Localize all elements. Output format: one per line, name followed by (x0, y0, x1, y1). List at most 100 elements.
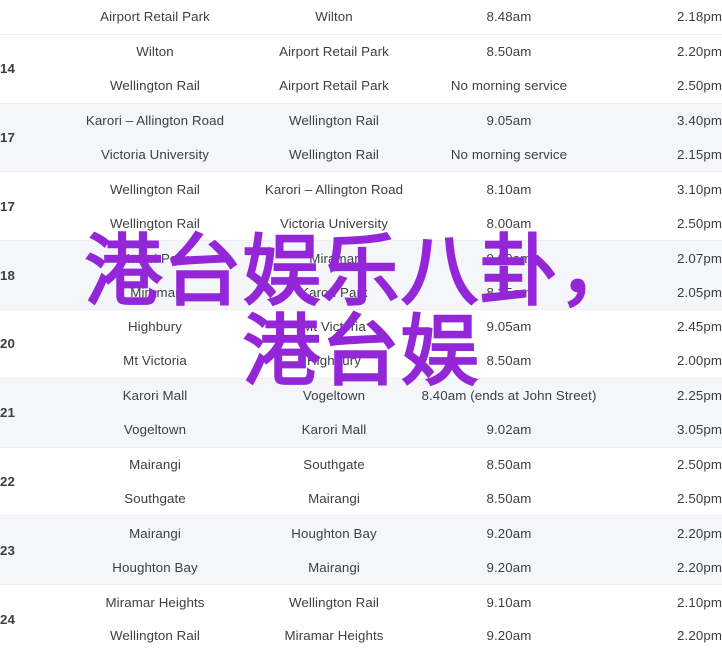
table-row[interactable]: Southgate Mairangi 8.50am 2.50pm (0, 481, 722, 516)
table-row[interactable]: Wellington Rail Victoria University 8.00am… (0, 206, 722, 241)
table-row[interactable]: 20 Highbury Mt Victoria 9.05am 2.45pm (0, 309, 722, 379)
table-row[interactable]: 14 Wilton Airport Retail Park 8.50am 2.20pm (0, 33, 722, 104)
morning-time-cell: 8.50am (414, 343, 604, 379)
afternoon-time-cell: 2.18pm (604, 0, 722, 35)
from-station-cell: Karori Mall (56, 377, 254, 413)
from-station-cell: Wellington Rail (56, 619, 254, 653)
afternoon-time-cell: 2.15pm (604, 137, 722, 172)
morning-time-cell: 8.10am (414, 171, 604, 207)
table-row[interactable]: Houghton Bay Mairangi 9.20am 2.20pm (0, 550, 722, 585)
table-row[interactable]: 21 Karori Mall Vogeltown 8.40am (ends at Jo… (0, 377, 722, 448)
afternoon-time-cell: 3.05pm (604, 412, 722, 448)
to-station-cell: Wellington Rail (254, 584, 414, 620)
afternoon-time-cell: 2.50pm (604, 481, 722, 516)
route-group: 17 Wellington Rail Karori – Allington Road… (0, 171, 722, 241)
from-station-cell: Wilton (56, 33, 254, 69)
morning-time-cell: 9.20am (414, 550, 604, 585)
from-station-cell: Victoria University (56, 137, 254, 172)
morning-time-cell: 8.35am (414, 275, 604, 310)
route-group: 20 Highbury Mt Victoria 9.05am 2.45pm Mt Vict… (0, 309, 722, 379)
from-station-cell: Karori Park (56, 240, 254, 276)
route-group: 14 Wilton Airport Retail Park 8.50am 2.20pm W… (0, 33, 722, 104)
afternoon-time-cell: 2.20pm (604, 550, 722, 585)
table-row[interactable]: Wellington Rail Miramar Heights 9.20am 2.20… (0, 619, 722, 653)
to-station-cell: Houghton Bay (254, 515, 414, 551)
route-number-cell: 20 (0, 309, 56, 379)
route-number-cell: 17 (0, 171, 56, 241)
route-group: 21 Karori Mall Vogeltown 8.40am (ends at Jo… (0, 377, 722, 448)
to-station-cell: Mt Victoria (254, 309, 414, 344)
morning-time-cell: 8.48am (414, 0, 604, 35)
table-row[interactable]: 23 Mairangi Houghton Bay 9.20am 2.20pm (0, 515, 722, 585)
route-number-cell: 17 (0, 102, 56, 172)
afternoon-time-cell: 2.05pm (604, 275, 722, 310)
route-number-cell: 23 (0, 515, 56, 585)
morning-time-cell: 9.05am (414, 309, 604, 344)
afternoon-time-cell: 2.50pm (604, 206, 722, 241)
table-row[interactable]: 17 Wellington Rail Karori – Allington Road… (0, 171, 722, 241)
morning-time-cell: 8.40am (ends at John Street) (414, 377, 604, 413)
bus-timetable: Airport Retail Park Wilton 8.48am 2.18pm 14 W… (0, 0, 722, 653)
morning-time-cell: 9.20am (414, 515, 604, 551)
afternoon-time-cell: 2.20pm (604, 515, 722, 551)
timetable-page: Airport Retail Park Wilton 8.48am 2.18pm 14 W… (0, 0, 722, 653)
to-station-cell: Karori Park (254, 275, 414, 310)
route-number-cell: 21 (0, 377, 56, 448)
from-station-cell: Southgate (56, 481, 254, 516)
afternoon-time-cell: 2.50pm (604, 68, 722, 104)
morning-time-cell: 9.05am (414, 102, 604, 138)
from-station-cell: Wellington Rail (56, 171, 254, 207)
route-number-cell: 14 (0, 33, 56, 104)
table-row[interactable]: Wellington Rail Airport Retail Park No mor… (0, 68, 722, 104)
table-row[interactable]: Victoria University Wellington Rail No mor… (0, 137, 722, 172)
table-row[interactable]: 18 Karori Park Miramar 9.09am 2.07pm (0, 240, 722, 310)
from-station-cell: Wellington Rail (56, 68, 254, 104)
afternoon-time-cell: 2.07pm (604, 240, 722, 276)
route-group: 23 Mairangi Houghton Bay 9.20am 2.20pm Hought… (0, 515, 722, 585)
afternoon-time-cell: 2.50pm (604, 446, 722, 482)
from-station-cell: Mairangi (56, 446, 254, 482)
route-group: 17 Karori – Allington Road Wellington Rail… (0, 102, 722, 172)
table-row[interactable]: Miramar Karori Park 8.35am 2.05pm (0, 275, 722, 310)
morning-time-cell: 9.10am (414, 584, 604, 620)
to-station-cell: Wellington Rail (254, 102, 414, 138)
to-station-cell: Vogeltown (254, 377, 414, 413)
from-station-cell: Highbury (56, 309, 254, 344)
to-station-cell: Southgate (254, 446, 414, 482)
morning-time-cell: 8.00am (414, 206, 604, 241)
to-station-cell: Karori Mall (254, 412, 414, 448)
route-group: 18 Karori Park Miramar 9.09am 2.07pm Miramar K… (0, 240, 722, 310)
morning-time-cell: No morning service (414, 137, 604, 172)
afternoon-time-cell: 3.40pm (604, 102, 722, 138)
morning-time-cell: 9.02am (414, 412, 604, 448)
from-station-cell: Mairangi (56, 515, 254, 551)
afternoon-time-cell: 2.20pm (604, 33, 722, 69)
table-row[interactable]: Mt Victoria Highbury 8.50am 2.00pm (0, 343, 722, 379)
to-station-cell: Victoria University (254, 206, 414, 241)
from-station-cell: Miramar Heights (56, 584, 254, 620)
morning-time-cell: 8.50am (414, 33, 604, 69)
timetable-scroll-region[interactable]: Airport Retail Park Wilton 8.48am 2.18pm 14 W… (0, 0, 722, 653)
from-station-cell: Miramar (56, 275, 254, 310)
to-station-cell: Mairangi (254, 481, 414, 516)
from-station-cell: Karori – Allington Road (56, 102, 254, 138)
route-group: 24 Miramar Heights Wellington Rail 9.10am 2.… (0, 584, 722, 653)
table-row[interactable]: 17 Karori – Allington Road Wellington Rail… (0, 102, 722, 172)
to-station-cell: Miramar (254, 240, 414, 276)
to-station-cell: Airport Retail Park (254, 68, 414, 104)
morning-time-cell: 8.50am (414, 446, 604, 482)
table-row[interactable]: 24 Miramar Heights Wellington Rail 9.10am 2.… (0, 584, 722, 653)
route-number-cell (0, 0, 56, 35)
to-station-cell: Airport Retail Park (254, 33, 414, 69)
morning-time-cell: 9.09am (414, 240, 604, 276)
to-station-cell: Mairangi (254, 550, 414, 585)
morning-time-cell: 9.20am (414, 619, 604, 653)
route-group: 22 Mairangi Southgate 8.50am 2.50pm Southgate… (0, 446, 722, 516)
route-group: Airport Retail Park Wilton 8.48am 2.18pm (0, 0, 722, 35)
route-number-cell: 22 (0, 446, 56, 516)
table-row[interactable]: Vogeltown Karori Mall 9.02am 3.05pm (0, 412, 722, 448)
morning-time-cell: No morning service (414, 68, 604, 104)
table-row[interactable]: 22 Mairangi Southgate 8.50am 2.50pm (0, 446, 722, 516)
from-station-cell: Houghton Bay (56, 550, 254, 585)
table-row[interactable]: Airport Retail Park Wilton 8.48am 2.18pm (0, 0, 722, 35)
